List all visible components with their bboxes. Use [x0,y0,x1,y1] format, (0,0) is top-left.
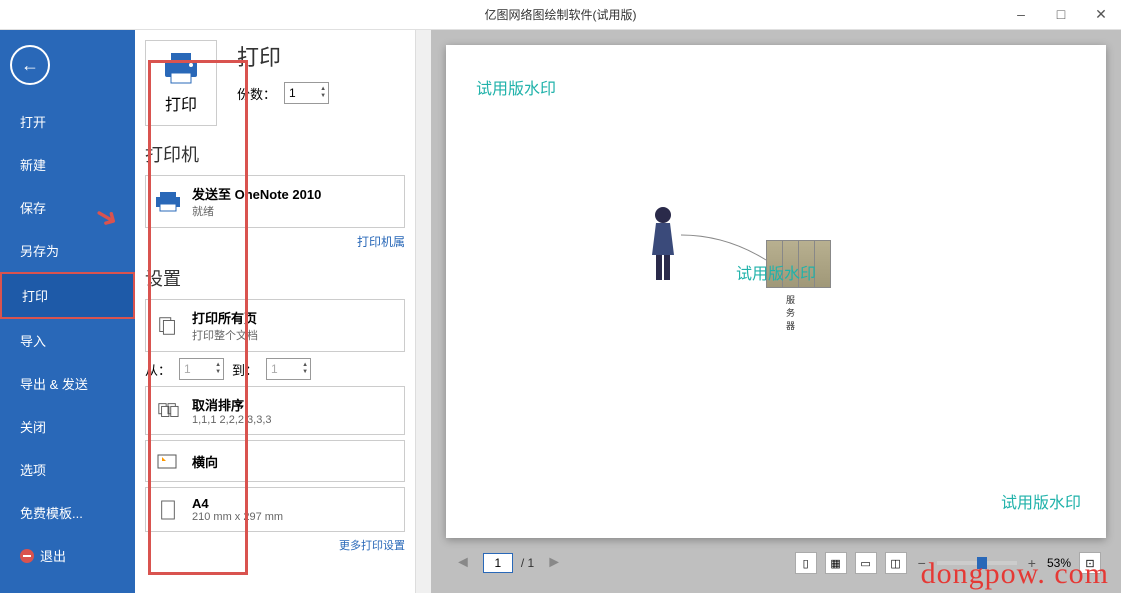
preview-toolbar: ◄ / 1 ► ▯ ▦ ▭ ◫ − + 53% ⊡ [446,548,1106,578]
server-label: 服务器 [786,293,795,332]
orientation-icon [154,449,182,473]
orientation-selector[interactable]: 横向 [145,440,405,482]
zoom-percent: 53% [1047,556,1071,570]
copies-label: 份数： [237,84,276,103]
pages-icon [154,314,182,338]
printer-icon [161,51,201,86]
printer-properties-link[interactable]: 打印机属 [145,233,405,250]
collate-title: 取消排序 [192,395,272,414]
backstage-sidebar: ← 打开 新建 保存 另存为 打印 导入 导出 & 发送 关闭 选项 免费模板.… [0,30,135,593]
sidebar-item-print[interactable]: 打印 [0,272,135,319]
watermark-text: 试用版水印 [1001,489,1081,513]
paper-title: A4 [192,496,283,511]
close-button[interactable]: ✕ [1081,0,1121,28]
window-controls: ‒ □ ✕ [1001,0,1121,28]
person-icon [646,205,681,285]
collate-sub: 1,1,1 2,2,2 3,3,3 [192,414,272,426]
from-label: 从： [145,360,171,379]
collate-selector[interactable]: 取消排序 1,1,1 2,2,2 3,3,3 [145,386,405,435]
window-title: 亿图网络图绘制软件(试用版) [485,6,637,23]
print-all-sub: 打印整个文档 [192,327,258,343]
copies-spinner[interactable]: ▲▼ [284,82,329,104]
maximize-button[interactable]: □ [1041,0,1081,28]
next-page-button[interactable]: ► [542,554,566,572]
printer-selector[interactable]: 发送至 OneNote 2010 就绪 [145,175,405,228]
paper-icon [154,498,182,522]
sidebar-item-open[interactable]: 打开 [0,100,135,143]
zoom-slider[interactable] [937,561,1017,565]
print-button-label: 打印 [165,91,197,115]
zoom-fit-button[interactable]: ⊡ [1079,552,1101,574]
zoom-out-button[interactable]: − [915,555,929,571]
print-all-title: 打印所有页 [192,308,258,327]
prev-page-button[interactable]: ◄ [451,554,475,572]
printer-section-title: 打印机 [145,141,405,167]
print-header: 打印 [237,40,329,72]
view-width-button[interactable]: ◫ [885,552,907,574]
sidebar-item-close[interactable]: 关闭 [0,405,135,448]
print-range-selector[interactable]: 打印所有页 打印整个文档 [145,299,405,352]
sidebar-item-save[interactable]: 保存 [0,186,135,229]
sidebar-item-options[interactable]: 选项 [0,448,135,491]
print-button[interactable]: 打印 [145,40,217,126]
page-total: / 1 [521,556,534,570]
sidebar-item-import[interactable]: 导入 [0,319,135,362]
orientation-title: 横向 [192,452,218,471]
sidebar-item-export[interactable]: 导出 & 发送 [0,362,135,405]
printer-small-icon [154,190,182,214]
printer-name: 发送至 OneNote 2010 [192,184,321,203]
titlebar: 亿图网络图绘制软件(试用版) ‒ □ ✕ [0,0,1121,30]
settings-section-title: 设置 [145,265,405,291]
sidebar-item-exit[interactable]: 退出 [0,534,135,577]
view-fit-button[interactable]: ▭ [855,552,877,574]
to-spinner[interactable]: ▲▼ [266,358,311,380]
more-print-settings-link[interactable]: 更多打印设置 [145,537,405,553]
watermark-text: 试用版水印 [476,75,556,99]
sidebar-item-templates[interactable]: 免费模板... [0,491,135,534]
printer-status: 就绪 [192,203,321,219]
preview-page: 试用版水印 试用版水印 试用版水印 服务器 [446,45,1106,538]
page-number-input[interactable] [483,553,513,573]
minimize-button[interactable]: ‒ [1001,0,1041,28]
copies-input[interactable] [289,86,314,100]
zoom-in-button[interactable]: + [1025,555,1039,571]
paper-selector[interactable]: A4 210 mm x 297 mm [145,487,405,532]
paper-sub: 210 mm x 297 mm [192,511,283,523]
exit-icon [20,549,34,563]
sidebar-item-saveas[interactable]: 另存为 [0,229,135,272]
print-preview-panel: 试用版水印 试用版水印 试用版水印 服务器 ◄ / 1 ► ▯ ▦ ▭ ◫ − … [431,30,1121,593]
print-settings-panel: 打印 打印 份数： ▲▼ 打印机 发送至 OneNote 2010 就绪 [135,30,415,593]
sidebar-item-new[interactable]: 新建 [0,143,135,186]
center-scrollbar[interactable] [415,30,431,593]
exit-label: 退出 [40,546,66,565]
view-multi-button[interactable]: ▦ [825,552,847,574]
collate-icon [154,399,182,423]
back-button[interactable]: ← [10,45,50,85]
to-label: 到： [232,360,258,379]
watermark-text: 试用版水印 [736,260,816,284]
from-spinner[interactable]: ▲▼ [179,358,224,380]
view-single-button[interactable]: ▯ [795,552,817,574]
